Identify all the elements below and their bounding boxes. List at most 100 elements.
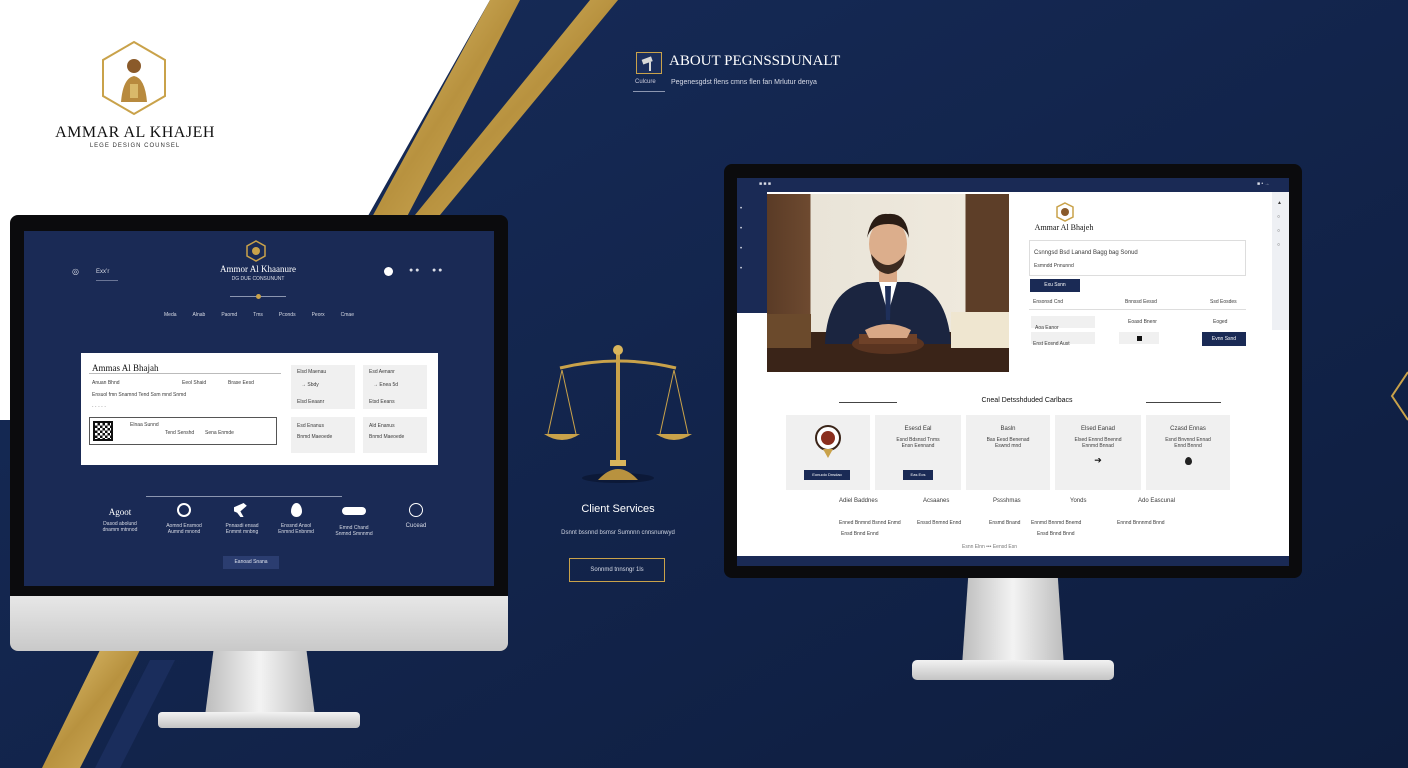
right-service-card-title: Czasd Ennas (1170, 426, 1206, 432)
right-service-desc: Enssd Bnmnd Ennd (917, 520, 962, 526)
scroll-icon: ▲ (1277, 200, 1282, 206)
right-grid-cell[interactable]: Enst Eosnd Aust (1031, 332, 1095, 347)
right-grid-button[interactable]: Evnn Ssnd (1202, 332, 1246, 346)
left-nav-item[interactable]: Tms (253, 312, 263, 318)
left-monitor-stand (205, 648, 315, 716)
brand-name: AMMAR AL KHAJEH (55, 124, 215, 141)
left-menu-icon[interactable]: ◎ (72, 267, 79, 276)
right-name: Ammar Al Bhajeh (1034, 223, 1094, 232)
left-side-card[interactable]: Elsd Maenau → Sbdy Elsd Eeaanr (291, 365, 355, 409)
right-topbar-right[interactable]: ■ • → (1257, 181, 1270, 187)
right-topbar-left[interactable]: ■ ■ ■ (759, 181, 771, 187)
left-feature[interactable]: Agoot Dasod abolund dnamm mtnnod (90, 503, 150, 547)
left-feature[interactable]: Cucead (386, 503, 446, 547)
right-grid-cell: Eoged (1213, 319, 1228, 325)
right-service-card-button[interactable]: Eas Eos (903, 470, 933, 480)
right-pager[interactable]: Esnn Elnn ••• Eensd Esn (962, 544, 1017, 550)
scroll-icon: ○ (1277, 228, 1281, 234)
services-button[interactable]: Sonnmd tnnsngr 1ls (569, 558, 665, 582)
right-service-desc: Ensd Bnnd Bnnd (1037, 531, 1075, 537)
left-side-card[interactable]: Esd Aenanr → Enea 5d Etsd Eeans (363, 365, 427, 409)
left-top-icon-1[interactable] (384, 267, 393, 276)
right-service-desc: Ennnd Bnnnmd Bnnd (1117, 520, 1165, 526)
left-qr-line: Sena Enmde (205, 430, 234, 436)
left-nav-item[interactable]: Peorx (312, 312, 325, 318)
left-feature[interactable]: Emnd Chand Snmnd Smnnmd (324, 503, 384, 547)
right-intro-button[interactable]: Exu Ssnn (1030, 279, 1080, 292)
right-sidebar-icon[interactable]: • (740, 206, 742, 212)
left-feature[interactable]: Enssnd Ansol Enmnd Enbnmd (266, 503, 326, 547)
left-feature-desc: dnamm mtnnod (102, 527, 138, 533)
left-card-title: Ammas Al Bhajah (92, 363, 159, 373)
left-feature[interactable]: Pnnasdi ensad Enmmt mnbng (212, 503, 272, 547)
qr-icon[interactable] (93, 421, 113, 441)
right-scrollbar[interactable]: ▲ ○ ○ ○ (1272, 192, 1289, 330)
left-logo-dot (256, 294, 261, 299)
about-subtitle: Pegenesgdst flens cmns flen fan Mrlutur … (671, 79, 817, 86)
left-card-row1-a: Anuan Bhnd (92, 380, 120, 386)
left-card-row1-b: Eeol Shaid (182, 380, 207, 386)
right-service-card-title: Esesd Eal (904, 426, 932, 432)
right-service-desc: Enned Bnmnd Bsnnd Enmd (839, 520, 901, 526)
left-logo-sub: DG DUE CONSUNUNT (231, 276, 285, 282)
left-side-card-line: Etsd Eeans (369, 399, 395, 405)
right-service-card[interactable]: Elsed Eanad Elsed Ennnd Bnennd Ennmd Bnn… (1055, 415, 1141, 490)
right-sidebar-icon[interactable]: • (740, 226, 742, 232)
emblem-icon (1056, 202, 1074, 222)
right-screen: ■ ■ ■ ■ • → • • • • Ammar Al Bhajeh Csnn… (737, 178, 1289, 566)
right-intro-line: Esmndd Pnnunnd (1034, 263, 1074, 269)
left-features-rule (146, 496, 342, 497)
arrow-right-icon: ➔ (1094, 455, 1102, 465)
right-service-card[interactable]: Czasd Ennas Esnd Bnvnnd Ennad Ennd Bnnnd (1146, 415, 1230, 490)
left-side-card-line: Esd Enanus (297, 423, 324, 429)
right-service-label: Ado Eascunal (1138, 498, 1176, 504)
left-side-card-line: Ald Enanus (369, 423, 395, 429)
left-menu-underline (96, 280, 118, 281)
about-divider (633, 91, 665, 92)
services-subtitle: Dsnnt bssnnd bsmsr Sumnnn cnnsnunwyd (561, 530, 675, 536)
pin-icon (290, 503, 302, 517)
left-side-card-line: Bnmd Maeoede (297, 434, 333, 440)
left-cta-button[interactable]: Eanoad Snana (223, 556, 279, 569)
left-nav-item[interactable]: Paomd (221, 312, 237, 318)
left-top-icon-2[interactable]: ● ● (409, 267, 419, 274)
emblem-icon (815, 425, 841, 458)
right-sidebar-icon[interactable]: • (740, 246, 742, 252)
right-grid-header: Ensonsd Cnd (1033, 299, 1064, 305)
left-feature-desc: Snmnd Smnnmd (335, 531, 373, 537)
left-nav-item[interactable]: Alnab (193, 312, 206, 318)
left-logo-title: Ammor Al Khaanure (220, 264, 296, 274)
left-menu-label[interactable]: Exx’r (96, 269, 109, 275)
left-side-card-line: Elsd Eeaanr (297, 399, 325, 405)
right-sidebar-icon[interactable]: • (740, 266, 742, 272)
left-side-card[interactable]: Ald Enanus Bnmd Maeoede (363, 417, 427, 453)
right-service-label: Acsaanes (923, 498, 950, 504)
right-grid-checkbox[interactable] (1119, 332, 1159, 344)
left-top-icon-3[interactable]: ● ● (432, 267, 442, 274)
left-nav-item[interactable]: Meda (164, 312, 177, 318)
right-service-card[interactable]: Basln Bas Eesd Benenad Eswnd mnd (966, 415, 1050, 490)
right-grid-cell-text: Enst Eosnd Aust (1033, 341, 1070, 347)
right-sidebar: • • • • (737, 192, 767, 313)
square-icon (1136, 336, 1142, 341)
left-monitor-chin (10, 596, 508, 651)
left-feature-desc: Enmmt mnbng (225, 529, 259, 535)
left-nav-item[interactable]: Pconds (279, 312, 296, 318)
right-grid-cell[interactable]: Aoa Eanor (1031, 316, 1095, 331)
right-service-label: Adiel Baddnes (839, 498, 878, 504)
right-section-rule (839, 402, 897, 403)
left-side-card[interactable]: Esd Enanus Bnmd Maeoede (291, 417, 355, 453)
right-service-card[interactable]: Eonuolo Dnsdao (786, 415, 870, 490)
right-service-card-title: Basln (1000, 426, 1016, 432)
right-grid-cell-text: Aoa Eanor (1035, 325, 1059, 331)
left-feature-title: Cucead (405, 523, 427, 529)
handshake-icon (342, 507, 366, 515)
right-service-card-button[interactable]: Eonuolo Dnsdao (804, 470, 850, 480)
right-service-card[interactable]: Esesd Eal Esnd Bdsnsd Tnms Ensn Eennand … (875, 415, 961, 490)
pin-icon (1184, 457, 1192, 465)
left-feature[interactable]: Aomnd Ensmod Aumnd mnond (154, 503, 214, 547)
right-monitor-stand (962, 578, 1064, 666)
left-feature-title: Agoot (108, 507, 132, 517)
about-title: ABOUT PEGNSSDUNALT (669, 53, 841, 69)
left-nav-item[interactable]: Cmae (341, 312, 354, 318)
